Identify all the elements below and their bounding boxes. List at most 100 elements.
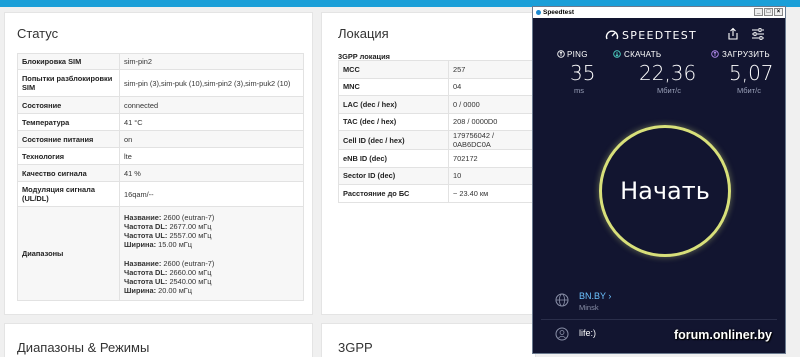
table-row: Состояние питания on [17, 130, 304, 148]
upload-unit: Мбит/с [737, 86, 762, 95]
row-key: TAC (dec / hex) [338, 112, 449, 131]
isp-city: Minsk [579, 303, 599, 312]
bands-key: Диапазоны [17, 206, 120, 301]
band-ul-key: Частота UL: [124, 276, 168, 286]
close-button[interactable]: × [774, 8, 783, 16]
row-value: 208 / 0000D0 [448, 112, 538, 131]
table-row: LAC (dec / hex) 0 / 0000 [338, 95, 538, 114]
table-row: Модуляция сигнала (UL/DL) 16qam/-- [17, 181, 304, 207]
band-width-key: Ширина: [124, 285, 157, 295]
row-key: Температура [17, 113, 120, 131]
band-name-value: 2600 (eutran-7) [163, 212, 215, 222]
table-row: TAC (dec / hex) 208 / 0000D0 [338, 112, 538, 131]
table-row: eNB ID (dec) 702172 [338, 149, 538, 168]
ping-icon [557, 50, 565, 58]
row-key: Качество сигнала [17, 164, 120, 182]
table-row-bands: Диапазоны Название: 2600 (eutran-7) Частот… [17, 206, 304, 301]
band-width-key: Ширина: [124, 239, 157, 249]
speedtest-window: Speedtest _ □ × SPEEDTEST PING 35 ms СКА… [532, 6, 786, 354]
bands-modes-card: Диапазоны & Режимы [4, 323, 313, 357]
speedtest-brand: SPEEDTEST [622, 29, 698, 42]
watermark: forum.onliner.by [674, 328, 772, 342]
table-row: MCC 257 [338, 60, 538, 79]
row-value: 16qam/-- [119, 181, 304, 207]
row-value: 257 [448, 60, 538, 79]
row-key: MCC [338, 60, 449, 79]
upload-label: ЗАГРУЗИТЬ [722, 50, 770, 59]
speedtest-window-title: Speedtest [543, 9, 575, 16]
status-card: Статус Блокировка SIM sim-pin2 Попытки раз… [4, 12, 313, 315]
band-ul-key: Частота UL: [124, 230, 168, 240]
upload-value: 5,07 [729, 61, 774, 85]
download-value: 22,36 [639, 61, 697, 85]
gpp-card: 3GPP [321, 323, 536, 357]
row-key: LAC (dec / hex) [338, 95, 449, 114]
row-value: on [119, 130, 304, 148]
row-value: sim-pin (3),sim-puk (10),sim-pin2 (3),si… [119, 69, 304, 97]
row-value: 04 [448, 77, 538, 96]
table-row: Расстояние до БС ~ 23.40 км [338, 184, 538, 203]
band-width-value: 20.00 мГц [158, 285, 193, 295]
band-dl: Частота DL: 2660.00 мГц [124, 268, 299, 277]
row-value: 0 / 0000 [448, 95, 538, 114]
band-name-key: Название: [124, 258, 162, 268]
download-icon [613, 50, 621, 58]
row-value: lte [119, 147, 304, 165]
table-row: Температура 41 °C [17, 113, 304, 131]
location-table: MCC 257 MNC 04 LAC (dec / hex) 0 / 0000 TAC (d… [338, 60, 538, 203]
band-ul: Частота UL: 2540.00 мГц [124, 277, 299, 286]
table-row: Попытки разблокировки SIM sim-pin (3),sim… [17, 69, 304, 97]
table-row: Состояние connected [17, 96, 304, 114]
speedtest-app-icon [536, 9, 541, 15]
row-key: Расстояние до БС [338, 184, 449, 203]
band-width-value: 15.00 мГц [158, 239, 193, 249]
row-key: Состояние [17, 96, 120, 114]
band-dl: Частота DL: 2677.00 мГц [124, 222, 299, 231]
band-name-key: Название: [124, 212, 162, 222]
band-name: Название: 2600 (eutran-7) [124, 213, 299, 222]
band-width: Ширина: 15.00 мГц [124, 240, 299, 249]
gpp-title: 3GPP [338, 340, 373, 355]
row-value: 10 [448, 166, 538, 185]
start-test-button[interactable]: Начать [599, 125, 731, 257]
row-value: ~ 23.40 км [448, 184, 538, 203]
bands-modes-title: Диапазоны & Режимы [17, 340, 150, 355]
row-key: Sector ID (dec) [338, 166, 449, 185]
share-icon[interactable] [727, 27, 739, 41]
ping-value: 35 [570, 61, 596, 85]
chevron-right-icon: › [608, 291, 612, 301]
isp-name[interactable]: BN.BY › [579, 291, 611, 301]
band-name-value: 2600 (eutran-7) [163, 258, 215, 268]
speedtest-gauge-icon [605, 30, 619, 40]
status-table: Блокировка SIM sim-pin2 Попытки разблокиро… [17, 53, 304, 301]
row-key: Cell ID (dec / hex) [338, 130, 449, 150]
row-key: Состояние питания [17, 130, 120, 148]
table-row: Блокировка SIM sim-pin2 [17, 53, 304, 70]
table-row: Cell ID (dec / hex) 179756042 / 0AB6DC0A [338, 130, 538, 150]
maximize-button[interactable]: □ [764, 8, 773, 16]
row-key: Технология [17, 147, 120, 165]
band-block: Название: 2600 (eutran-7) Частота DL: 267… [124, 213, 299, 249]
band-ul-value: 2540.00 мГц [169, 276, 212, 286]
band-ul-value: 2557.00 мГц [169, 230, 212, 240]
row-value: 702172 [448, 149, 538, 168]
settings-sliders-icon[interactable] [751, 28, 765, 40]
row-key: Попытки разблокировки SIM [17, 69, 120, 97]
row-key: eNB ID (dec) [338, 149, 449, 168]
row-value: 41 °C [119, 113, 304, 131]
table-row: MNC 04 [338, 77, 538, 96]
band-dl-key: Частота DL: [124, 221, 168, 231]
ping-unit: ms [574, 86, 584, 95]
bands-value: Название: 2600 (eutran-7) Частота DL: 267… [119, 206, 304, 301]
user-icon [555, 327, 569, 341]
row-value: 41 % [119, 164, 304, 182]
download-label: СКАЧАТЬ [624, 50, 662, 59]
band-ul: Частота UL: 2557.00 мГц [124, 231, 299, 240]
band-block: Название: 2600 (eutran-7) Частота DL: 266… [124, 259, 299, 295]
band-dl-value: 2677.00 мГц [169, 221, 212, 231]
isp-divider [541, 319, 777, 320]
band-name: Название: 2600 (eutran-7) [124, 259, 299, 268]
location-title: Локация [338, 26, 389, 41]
ping-label: PING [567, 50, 588, 59]
minimize-button[interactable]: _ [754, 8, 763, 16]
